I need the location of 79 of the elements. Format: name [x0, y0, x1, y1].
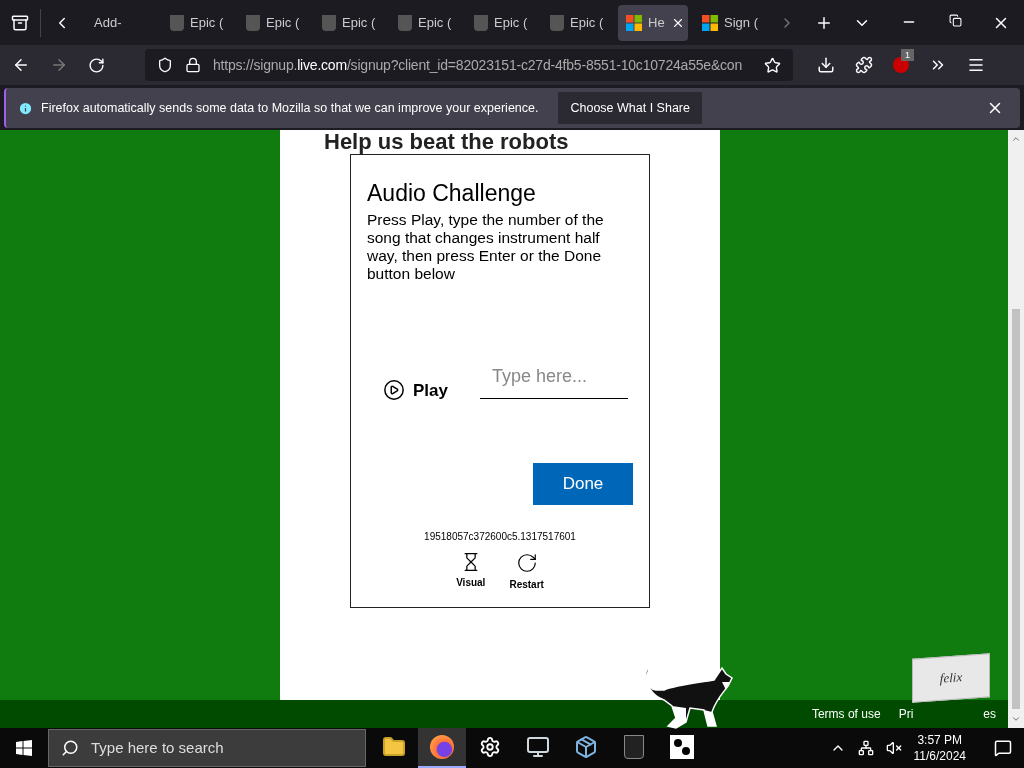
- answer-field[interactable]: Type here...: [480, 363, 628, 399]
- taskbar-app[interactable]: [418, 728, 466, 768]
- tab-title: Epic (: [266, 13, 300, 32]
- package-icon[interactable]: [574, 735, 598, 759]
- tab-title: Epic (: [494, 13, 528, 32]
- search-box[interactable]: Type here to search: [48, 729, 366, 767]
- scroll-up-icon[interactable]: [1011, 134, 1021, 144]
- tab-title: Epic (: [190, 13, 224, 32]
- footer-link[interactable]: es: [983, 705, 996, 723]
- notifications-icon[interactable]: [994, 739, 1012, 757]
- menu-icon[interactable]: [967, 56, 985, 74]
- four-squares-icon: [626, 14, 642, 31]
- shield-logo-icon: [246, 14, 260, 31]
- extension-icon[interactable]: [893, 57, 909, 73]
- play-button[interactable]: Play: [383, 377, 448, 403]
- bookmark-icon[interactable]: [764, 56, 781, 74]
- browser-tab[interactable]: Add-: [86, 4, 156, 41]
- box-label: felix: [939, 668, 963, 689]
- browser-tab[interactable]: Sign (: [694, 4, 764, 41]
- tab-title: Sign (: [724, 13, 758, 32]
- shield-logo-icon: [398, 14, 412, 31]
- settings-icon[interactable]: [479, 736, 501, 758]
- notice-text: Firefox automatically sends some data to Mozilla so that we can improve your experience.: [41, 99, 539, 117]
- folder-icon[interactable]: [382, 735, 406, 759]
- challenge-code: 19518057c372600c5.1317517601: [424, 530, 576, 544]
- back-icon[interactable]: [12, 56, 30, 74]
- clock-date[interactable]: 11/6/2024: [913, 748, 966, 764]
- browser-tab[interactable]: Epic (: [162, 4, 232, 41]
- done-button[interactable]: Done: [533, 463, 633, 505]
- info-icon: [18, 100, 33, 116]
- shield-logo-icon: [550, 14, 564, 31]
- clock-time[interactable]: 3:57 PM: [917, 732, 963, 748]
- browser-tab[interactable]: Epic (: [390, 4, 460, 41]
- visual-button[interactable]: Visual: [456, 552, 486, 592]
- shield-logo-icon[interactable]: [624, 735, 644, 759]
- browser-icon[interactable]: [430, 735, 454, 759]
- footer-link[interactable]: Pri: [898, 705, 914, 723]
- tab-list-icon[interactable]: [11, 13, 29, 32]
- play-icon: [383, 379, 405, 402]
- search-placeholder: Type here to search: [91, 737, 224, 758]
- monitor-icon[interactable]: [526, 735, 550, 759]
- scrollbar[interactable]: [1008, 130, 1024, 728]
- browser-tab[interactable]: He: [618, 4, 688, 41]
- lock-icon: [185, 57, 201, 73]
- scroll-down-icon[interactable]: [1011, 714, 1021, 724]
- tab-title: Epic (: [418, 13, 452, 32]
- tab-title: Epic (: [342, 13, 376, 32]
- paw-prints-icon[interactable]: [670, 735, 694, 759]
- extensions-icon[interactable]: [855, 56, 873, 74]
- count-badge: 1: [901, 49, 914, 61]
- instructions: Press Play, type the number of the song that changes instrument half way, then press Enter or the Done button below: [367, 211, 605, 283]
- forward-icon[interactable]: [50, 56, 68, 74]
- browser-tab[interactable]: Epic (: [238, 4, 308, 41]
- shield-logo-icon: [170, 14, 184, 31]
- restart-button[interactable]: Restart: [509, 552, 544, 592]
- windows-icon[interactable]: [16, 740, 32, 756]
- muted-speaker-icon[interactable]: [885, 740, 902, 756]
- shield-icon[interactable]: [157, 57, 173, 73]
- tab-title: Add-: [94, 13, 122, 32]
- reload-icon[interactable]: [88, 56, 105, 74]
- tab-title: Epic (: [570, 13, 604, 32]
- restore-icon[interactable]: [948, 13, 962, 27]
- search-icon: [61, 739, 79, 757]
- browser-tab[interactable]: Epic (: [542, 4, 612, 41]
- footer-link[interactable]: Terms of use: [811, 705, 881, 723]
- shield-logo-icon: [474, 14, 488, 31]
- download-icon[interactable]: [817, 56, 835, 74]
- choose-share-button[interactable]: Choose What I Share: [558, 92, 702, 124]
- url-text: https://signup.live.com/signup?client_id=82023151-c27d-4fb5-8551-10c10724a55e&con: [213, 55, 743, 75]
- challenge-title: Audio Challenge: [367, 179, 537, 207]
- shield-logo-icon: [322, 14, 336, 31]
- browser-tab[interactable]: Epic (: [314, 4, 384, 41]
- tab-title: He: [648, 13, 665, 32]
- browser-tab[interactable]: Epic (: [466, 4, 536, 41]
- four-squares-icon: [702, 14, 718, 31]
- page-heading: Help us beat the robots: [324, 130, 569, 154]
- network-icon[interactable]: [857, 740, 874, 756]
- address-bar[interactable]: https://signup.live.com/signup?client_id=82023151-c27d-4fb5-8551-10c10724a55e&con: [145, 49, 793, 81]
- circular-arrow-icon: [515, 552, 538, 574]
